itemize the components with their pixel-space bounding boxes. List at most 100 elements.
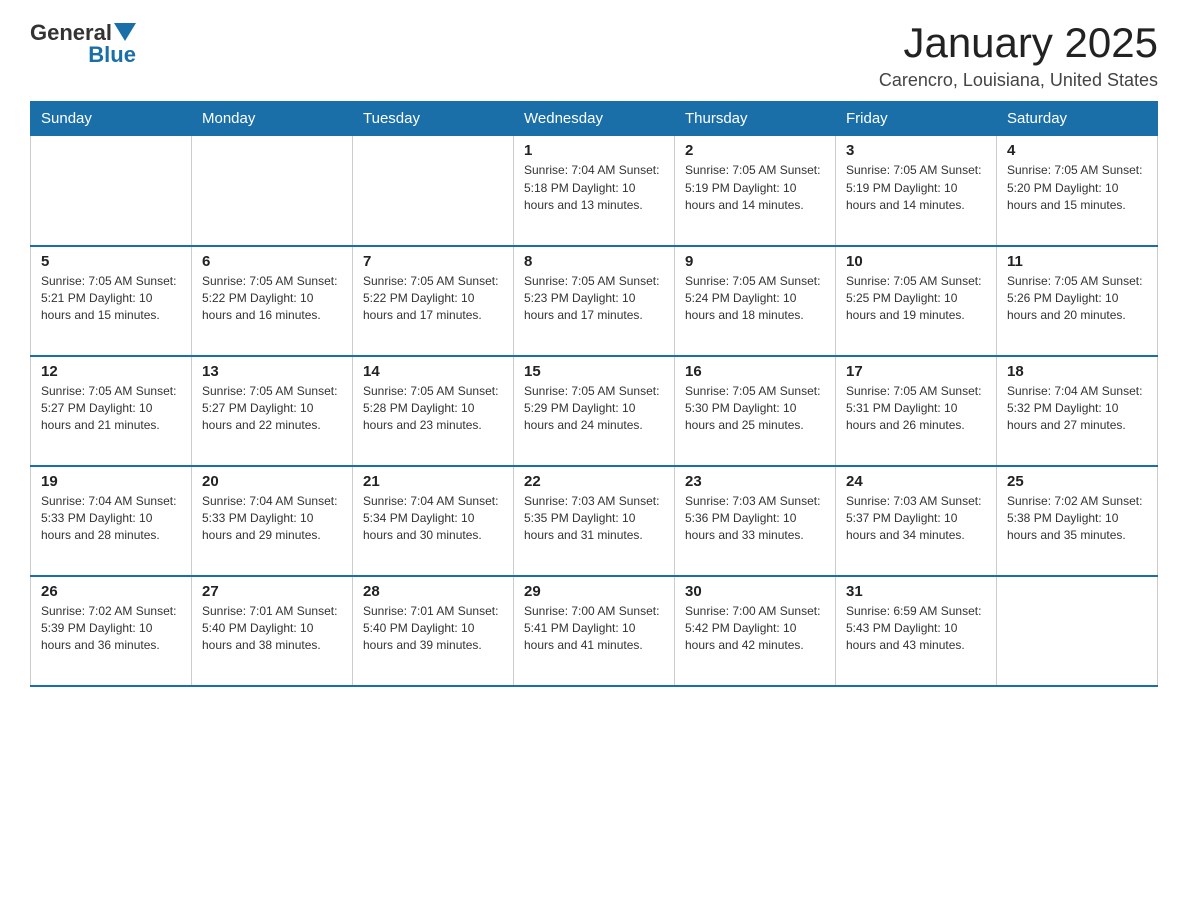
day-info: Sunrise: 7:04 AM Sunset: 5:18 PM Dayligh… bbox=[524, 162, 664, 214]
table-row: 11Sunrise: 7:05 AM Sunset: 5:26 PM Dayli… bbox=[997, 246, 1158, 356]
table-row: 18 Sunrise: 7:04 AM Sunset: 5:32 PM Dayli… bbox=[997, 356, 1158, 466]
week-row-3: 12 Sunrise: 7:05 AM Sunset: 5:27 PM Dayli… bbox=[31, 356, 1158, 466]
day-info: Sunrise: 7:04 AM Sunset: 5:33 PM Dayligh… bbox=[41, 493, 181, 545]
day-info: Sunrise: 7:05 AM Sunset: 5:22 PM Dayligh… bbox=[202, 273, 342, 325]
day-info: Sunrise: 7:05 AM Sunset: 5:19 PM Dayligh… bbox=[685, 162, 825, 214]
day-info: Sunrise: 7:05 AM Sunset: 5:26 PM Dayligh… bbox=[1007, 273, 1147, 325]
day-number: 19 bbox=[41, 473, 181, 490]
day-number: 3 bbox=[846, 142, 986, 159]
day-info: Sunrise: 7:05 AM Sunset: 5:31 PM Dayligh… bbox=[846, 383, 986, 435]
day-number: 9 bbox=[685, 253, 825, 270]
day-info: Sunrise: 7:00 AM Sunset: 5:41 PM Dayligh… bbox=[524, 603, 664, 655]
table-row: 17 Sunrise: 7:05 AM Sunset: 5:31 PM Dayli… bbox=[836, 356, 997, 466]
table-row: 19 Sunrise: 7:04 AM Sunset: 5:33 PM Dayli… bbox=[31, 466, 192, 576]
day-number: 25 bbox=[1007, 473, 1147, 490]
col-wednesday: Wednesday bbox=[514, 102, 675, 136]
day-number: 18 bbox=[1007, 363, 1147, 380]
day-number: 15 bbox=[524, 363, 664, 380]
day-info: Sunrise: 7:05 AM Sunset: 5:21 PM Dayligh… bbox=[41, 273, 181, 325]
calendar-subtitle: Carencro, Louisiana, United States bbox=[879, 70, 1158, 91]
day-number: 12 bbox=[41, 363, 181, 380]
day-number: 21 bbox=[363, 473, 503, 490]
day-info: Sunrise: 7:05 AM Sunset: 5:23 PM Dayligh… bbox=[524, 273, 664, 325]
table-row: 31 Sunrise: 6:59 AM Sunset: 5:43 PM Dayli… bbox=[836, 576, 997, 686]
table-row bbox=[192, 136, 353, 246]
day-number: 24 bbox=[846, 473, 986, 490]
table-row: 24 Sunrise: 7:03 AM Sunset: 5:37 PM Dayli… bbox=[836, 466, 997, 576]
table-row: 14 Sunrise: 7:05 AM Sunset: 5:28 PM Dayli… bbox=[353, 356, 514, 466]
table-row bbox=[353, 136, 514, 246]
day-number: 23 bbox=[685, 473, 825, 490]
day-info: Sunrise: 7:03 AM Sunset: 5:37 PM Dayligh… bbox=[846, 493, 986, 545]
day-number: 16 bbox=[685, 363, 825, 380]
day-info: Sunrise: 7:05 AM Sunset: 5:20 PM Dayligh… bbox=[1007, 162, 1147, 214]
table-row: 26 Sunrise: 7:02 AM Sunset: 5:39 PM Dayli… bbox=[31, 576, 192, 686]
table-row: 5 Sunrise: 7:05 AM Sunset: 5:21 PM Daylig… bbox=[31, 246, 192, 356]
table-row: 28 Sunrise: 7:01 AM Sunset: 5:40 PM Dayli… bbox=[353, 576, 514, 686]
week-row-2: 5 Sunrise: 7:05 AM Sunset: 5:21 PM Daylig… bbox=[31, 246, 1158, 356]
day-info: Sunrise: 7:05 AM Sunset: 5:27 PM Dayligh… bbox=[202, 383, 342, 435]
day-number: 20 bbox=[202, 473, 342, 490]
col-monday: Monday bbox=[192, 102, 353, 136]
table-row: 1 Sunrise: 7:04 AM Sunset: 5:18 PM Daylig… bbox=[514, 136, 675, 246]
day-info: Sunrise: 7:05 AM Sunset: 5:25 PM Dayligh… bbox=[846, 273, 986, 325]
logo: General Blue bbox=[30, 20, 136, 68]
page-header: General Blue January 2025 Carencro, Loui… bbox=[30, 20, 1158, 91]
col-sunday: Sunday bbox=[31, 102, 192, 136]
col-friday: Friday bbox=[836, 102, 997, 136]
day-number: 27 bbox=[202, 583, 342, 600]
day-info: Sunrise: 7:03 AM Sunset: 5:36 PM Dayligh… bbox=[685, 493, 825, 545]
logo-blue-text: Blue bbox=[88, 42, 136, 68]
week-row-1: 1 Sunrise: 7:04 AM Sunset: 5:18 PM Daylig… bbox=[31, 136, 1158, 246]
day-info: Sunrise: 7:05 AM Sunset: 5:29 PM Dayligh… bbox=[524, 383, 664, 435]
day-number: 14 bbox=[363, 363, 503, 380]
table-row: 25Sunrise: 7:02 AM Sunset: 5:38 PM Dayli… bbox=[997, 466, 1158, 576]
day-number: 17 bbox=[846, 363, 986, 380]
col-tuesday: Tuesday bbox=[353, 102, 514, 136]
day-info: Sunrise: 7:03 AM Sunset: 5:35 PM Dayligh… bbox=[524, 493, 664, 545]
day-number: 22 bbox=[524, 473, 664, 490]
week-row-5: 26 Sunrise: 7:02 AM Sunset: 5:39 PM Dayli… bbox=[31, 576, 1158, 686]
table-row: 15 Sunrise: 7:05 AM Sunset: 5:29 PM Dayli… bbox=[514, 356, 675, 466]
table-row: 30 Sunrise: 7:00 AM Sunset: 5:42 PM Dayli… bbox=[675, 576, 836, 686]
day-info: Sunrise: 7:04 AM Sunset: 5:33 PM Dayligh… bbox=[202, 493, 342, 545]
day-info: Sunrise: 7:00 AM Sunset: 5:42 PM Dayligh… bbox=[685, 603, 825, 655]
day-info: Sunrise: 7:04 AM Sunset: 5:32 PM Dayligh… bbox=[1007, 383, 1147, 435]
table-row: 6 Sunrise: 7:05 AM Sunset: 5:22 PM Daylig… bbox=[192, 246, 353, 356]
day-info: Sunrise: 7:01 AM Sunset: 5:40 PM Dayligh… bbox=[202, 603, 342, 655]
table-row: 13Sunrise: 7:05 AM Sunset: 5:27 PM Dayli… bbox=[192, 356, 353, 466]
day-info: Sunrise: 7:01 AM Sunset: 5:40 PM Dayligh… bbox=[363, 603, 503, 655]
day-info: Sunrise: 7:05 AM Sunset: 5:28 PM Dayligh… bbox=[363, 383, 503, 435]
day-number: 28 bbox=[363, 583, 503, 600]
day-number: 29 bbox=[524, 583, 664, 600]
col-saturday: Saturday bbox=[997, 102, 1158, 136]
day-number: 7 bbox=[363, 253, 503, 270]
day-number: 1 bbox=[524, 142, 664, 159]
table-row bbox=[31, 136, 192, 246]
table-row: 7 Sunrise: 7:05 AM Sunset: 5:22 PM Daylig… bbox=[353, 246, 514, 356]
day-info: Sunrise: 7:05 AM Sunset: 5:24 PM Dayligh… bbox=[685, 273, 825, 325]
day-number: 6 bbox=[202, 253, 342, 270]
day-info: Sunrise: 7:02 AM Sunset: 5:39 PM Dayligh… bbox=[41, 603, 181, 655]
week-row-4: 19 Sunrise: 7:04 AM Sunset: 5:33 PM Dayli… bbox=[31, 466, 1158, 576]
day-number: 5 bbox=[41, 253, 181, 270]
day-number: 30 bbox=[685, 583, 825, 600]
table-row: 23 Sunrise: 7:03 AM Sunset: 5:36 PM Dayli… bbox=[675, 466, 836, 576]
day-number: 2 bbox=[685, 142, 825, 159]
title-area: January 2025 Carencro, Louisiana, United… bbox=[879, 20, 1158, 91]
table-row: 3 Sunrise: 7:05 AM Sunset: 5:19 PM Daylig… bbox=[836, 136, 997, 246]
table-row: 27 Sunrise: 7:01 AM Sunset: 5:40 PM Dayli… bbox=[192, 576, 353, 686]
day-info: Sunrise: 7:05 AM Sunset: 5:19 PM Dayligh… bbox=[846, 162, 986, 214]
day-info: Sunrise: 6:59 AM Sunset: 5:43 PM Dayligh… bbox=[846, 603, 986, 655]
day-info: Sunrise: 7:05 AM Sunset: 5:22 PM Dayligh… bbox=[363, 273, 503, 325]
table-row: 12Sunrise: 7:05 AM Sunset: 5:27 PM Dayli… bbox=[31, 356, 192, 466]
table-row: 8 Sunrise: 7:05 AM Sunset: 5:23 PM Daylig… bbox=[514, 246, 675, 356]
day-number: 4 bbox=[1007, 142, 1147, 159]
table-row: 2 Sunrise: 7:05 AM Sunset: 5:19 PM Daylig… bbox=[675, 136, 836, 246]
table-row: 22 Sunrise: 7:03 AM Sunset: 5:35 PM Dayli… bbox=[514, 466, 675, 576]
day-number: 31 bbox=[846, 583, 986, 600]
day-number: 8 bbox=[524, 253, 664, 270]
table-row: 16Sunrise: 7:05 AM Sunset: 5:30 PM Dayli… bbox=[675, 356, 836, 466]
day-number: 26 bbox=[41, 583, 181, 600]
table-row bbox=[997, 576, 1158, 686]
